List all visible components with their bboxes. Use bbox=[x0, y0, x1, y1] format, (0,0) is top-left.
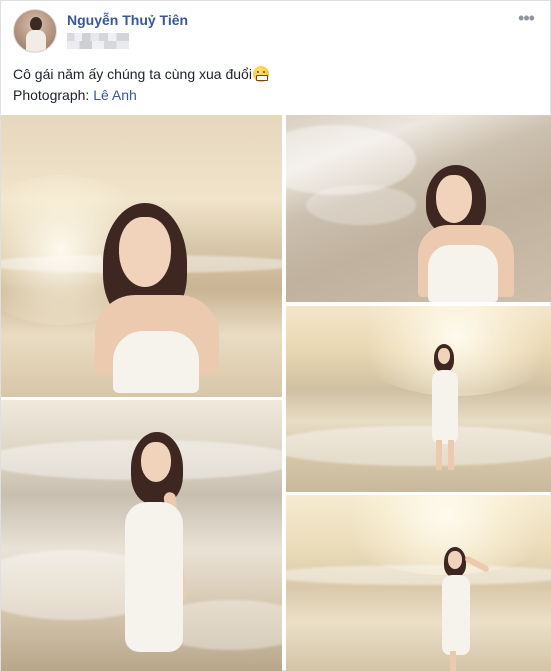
credit-line: Photograph: Lê Anh bbox=[13, 85, 538, 106]
avatar-hair bbox=[30, 17, 42, 31]
photo-4[interactable] bbox=[1, 400, 282, 671]
wave-foam bbox=[286, 426, 551, 466]
photo-1[interactable] bbox=[1, 115, 282, 397]
woman-figure bbox=[119, 432, 209, 660]
caption-line: Cô gái năm ấy chúng ta cùng xua đuổi bbox=[13, 64, 538, 85]
post-timestamp-blurred bbox=[67, 33, 129, 49]
avatar-dress bbox=[26, 30, 46, 52]
photo-5[interactable] bbox=[286, 495, 551, 671]
woman-figure bbox=[404, 165, 514, 302]
woman-figure bbox=[424, 344, 464, 474]
caption-text: Cô gái năm ấy chúng ta cùng xua đuổi bbox=[13, 66, 252, 82]
facebook-post: Nguyễn Thuỷ Tiên ••• Cô gái năm ấy chúng… bbox=[0, 0, 551, 671]
wave-foam bbox=[306, 185, 416, 225]
grinning-face-icon bbox=[252, 66, 269, 82]
post-header: Nguyễn Thuỷ Tiên ••• bbox=[13, 9, 538, 59]
credit-name-link[interactable]: Lê Anh bbox=[93, 87, 137, 103]
photo-2[interactable] bbox=[286, 115, 551, 302]
credit-label: Photograph: bbox=[13, 87, 90, 103]
post-caption: Cô gái năm ấy chúng ta cùng xua đuổi Pho… bbox=[13, 64, 538, 106]
author-name[interactable]: Nguyễn Thuỷ Tiên bbox=[67, 12, 188, 28]
woman-figure bbox=[434, 547, 494, 671]
photo-3[interactable] bbox=[286, 306, 551, 492]
author-avatar[interactable] bbox=[13, 9, 57, 53]
wave-foam bbox=[286, 565, 551, 585]
more-options-button[interactable]: ••• bbox=[514, 9, 538, 31]
woman-figure bbox=[81, 203, 231, 397]
